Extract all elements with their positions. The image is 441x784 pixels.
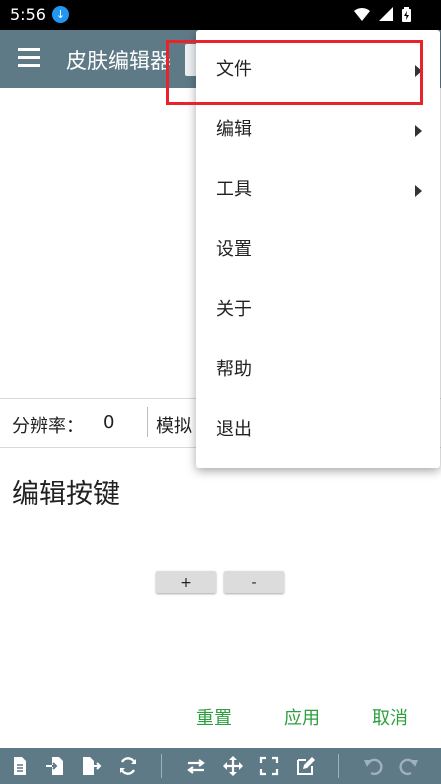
- undo-icon[interactable]: [362, 755, 384, 777]
- menu-item-tools[interactable]: 工具: [196, 160, 440, 220]
- swap-icon[interactable]: [185, 755, 207, 777]
- edit-icon[interactable]: [294, 755, 316, 777]
- menu-item-label: 编辑: [216, 119, 252, 140]
- refresh-icon[interactable]: [117, 755, 139, 777]
- reset-button[interactable]: 重置: [196, 704, 232, 730]
- move-icon[interactable]: [222, 755, 244, 777]
- submenu-arrow-icon: [415, 125, 422, 137]
- status-bar: 5:56 ↓: [0, 0, 441, 30]
- battery-icon: [402, 7, 411, 22]
- minus-button[interactable]: -: [224, 571, 284, 593]
- cancel-button[interactable]: 取消: [372, 704, 408, 730]
- redo-icon[interactable]: [398, 755, 420, 777]
- menu-item-exit[interactable]: 退出: [196, 400, 440, 460]
- status-time: 5:56: [10, 5, 46, 24]
- wifi-icon: [353, 7, 370, 22]
- simulate-label[interactable]: 模拟: [156, 412, 192, 438]
- app-title: 皮肤编辑器: [66, 49, 171, 73]
- menu-item-help[interactable]: 帮助: [196, 340, 440, 400]
- toolbar-divider: [161, 754, 162, 778]
- menu-item-label: 关于: [216, 299, 252, 320]
- new-file-icon[interactable]: [9, 755, 31, 777]
- section-title: 编辑按键: [12, 479, 120, 510]
- status-icons: [350, 7, 411, 26]
- submenu-arrow-icon: [415, 185, 422, 197]
- resolution-value: 0: [103, 412, 115, 433]
- menu-item-label: 退出: [216, 419, 252, 440]
- fullscreen-icon[interactable]: [258, 755, 280, 777]
- toolbar-divider: [338, 754, 339, 778]
- hamburger-menu-icon[interactable]: [18, 48, 40, 70]
- import-icon[interactable]: [44, 755, 66, 777]
- signal-icon: [378, 7, 393, 21]
- menu-item-settings[interactable]: 设置: [196, 220, 440, 280]
- menu-item-label: 设置: [216, 239, 252, 260]
- download-icon: ↓: [52, 6, 69, 23]
- export-icon[interactable]: [80, 755, 102, 777]
- bottom-toolbar: [0, 748, 441, 784]
- plus-button[interactable]: +: [156, 571, 216, 593]
- menu-item-label: 工具: [216, 179, 252, 200]
- menu-item-edit[interactable]: 编辑: [196, 100, 440, 160]
- menu-item-about[interactable]: 关于: [196, 280, 440, 340]
- menu-item-label: 帮助: [216, 359, 252, 380]
- info-divider: [147, 407, 148, 437]
- highlight-box: [166, 40, 423, 105]
- apply-button[interactable]: 应用: [284, 704, 320, 730]
- resolution-label: 分辨率：: [12, 416, 84, 437]
